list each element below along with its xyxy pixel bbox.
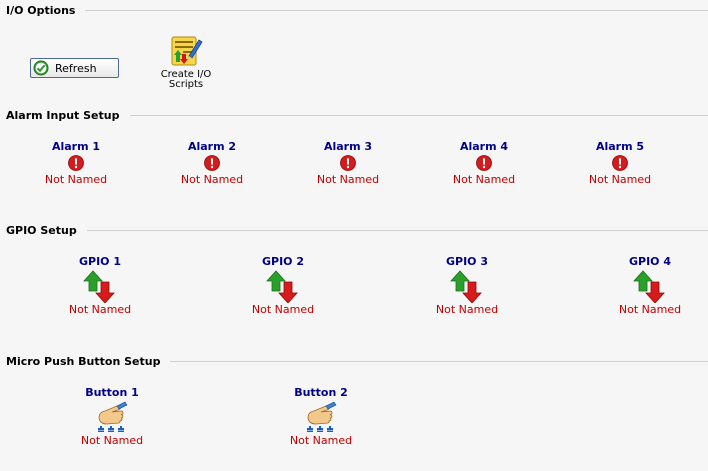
green-check-icon: [33, 60, 49, 76]
alarm-status: Not Named: [588, 173, 652, 186]
button-status: Not Named: [289, 434, 353, 447]
gpio-item-4[interactable]: GPIO 4 Not Named: [605, 255, 695, 316]
alarm-status: Not Named: [44, 173, 108, 186]
push-button-title: Micro Push Button Setup: [6, 354, 161, 368]
button-name: Button 2: [294, 386, 348, 399]
refresh-button[interactable]: Refresh: [30, 58, 119, 78]
gpio-item-2[interactable]: GPIO 2 Not Named: [238, 255, 328, 316]
red-alert-icon: [612, 155, 628, 171]
up-down-arrows-icon: [450, 270, 482, 303]
gpio-name: GPIO 2: [261, 255, 305, 268]
alarm-input-title: Alarm Input Setup: [6, 108, 120, 122]
alarm-name: Alarm 3: [323, 140, 373, 153]
red-alert-icon: [204, 155, 220, 171]
red-alert-icon: [476, 155, 492, 171]
section-divider: [85, 10, 708, 11]
alarm-name: Alarm 5: [595, 140, 645, 153]
alarm-item-4[interactable]: Alarm 4 Not Named: [439, 140, 529, 186]
alarm-name: Alarm 2: [187, 140, 237, 153]
alarm-item-2[interactable]: Alarm 2 Not Named: [167, 140, 257, 186]
refresh-button-label: Refresh: [55, 61, 97, 75]
red-alert-icon: [68, 155, 84, 171]
push-button-item-1[interactable]: Button 1 Not Named: [67, 386, 157, 447]
alarm-status: Not Named: [452, 173, 516, 186]
up-down-arrows-icon: [266, 270, 298, 303]
button-status: Not Named: [80, 434, 144, 447]
gpio-item-3[interactable]: GPIO 3 Not Named: [422, 255, 512, 316]
gpio-header: GPIO Setup: [6, 223, 708, 237]
section-divider: [170, 361, 708, 362]
gpio-name: GPIO 4: [628, 255, 672, 268]
up-down-arrows-icon: [633, 270, 665, 303]
push-button-item-2[interactable]: Button 2 Not Named: [276, 386, 366, 447]
pointing-hand-icon: [307, 401, 337, 432]
section-divider: [129, 115, 708, 116]
gpio-name: GPIO 1: [78, 255, 122, 268]
gpio-name: GPIO 3: [445, 255, 489, 268]
pointing-hand-icon: [98, 401, 128, 432]
alarm-status: Not Named: [180, 173, 244, 186]
alarm-item-1[interactable]: Alarm 1 Not Named: [31, 140, 121, 186]
io-options-title: I/O Options: [6, 3, 76, 17]
create-io-scripts-label-line2: Scripts: [168, 79, 204, 90]
create-io-scripts-label: Create I/O Scripts: [150, 70, 222, 90]
gpio-title: GPIO Setup: [6, 223, 77, 237]
alarm-name: Alarm 1: [51, 140, 101, 153]
up-down-arrows-icon: [83, 270, 115, 303]
button-name: Button 1: [85, 386, 139, 399]
alarm-item-5[interactable]: Alarm 5 Not Named: [575, 140, 665, 186]
create-io-scripts-button[interactable]: Create I/O Scripts: [150, 34, 222, 90]
gpio-status: Not Named: [68, 303, 132, 316]
io-options-header: I/O Options: [6, 3, 708, 17]
alarm-input-header: Alarm Input Setup: [6, 108, 708, 122]
section-divider: [86, 230, 708, 231]
alarm-status: Not Named: [316, 173, 380, 186]
notepad-pencil-icon: [171, 36, 203, 66]
alarm-name: Alarm 4: [459, 140, 509, 153]
gpio-item-1[interactable]: GPIO 1 Not Named: [55, 255, 145, 316]
alarm-item-3[interactable]: Alarm 3 Not Named: [303, 140, 393, 186]
gpio-status: Not Named: [618, 303, 682, 316]
gpio-status: Not Named: [435, 303, 499, 316]
push-button-header: Micro Push Button Setup: [6, 354, 708, 368]
red-alert-icon: [340, 155, 356, 171]
gpio-status: Not Named: [251, 303, 315, 316]
io-config-page: I/O Options Refresh Create I/O Scripts A…: [0, 0, 708, 471]
